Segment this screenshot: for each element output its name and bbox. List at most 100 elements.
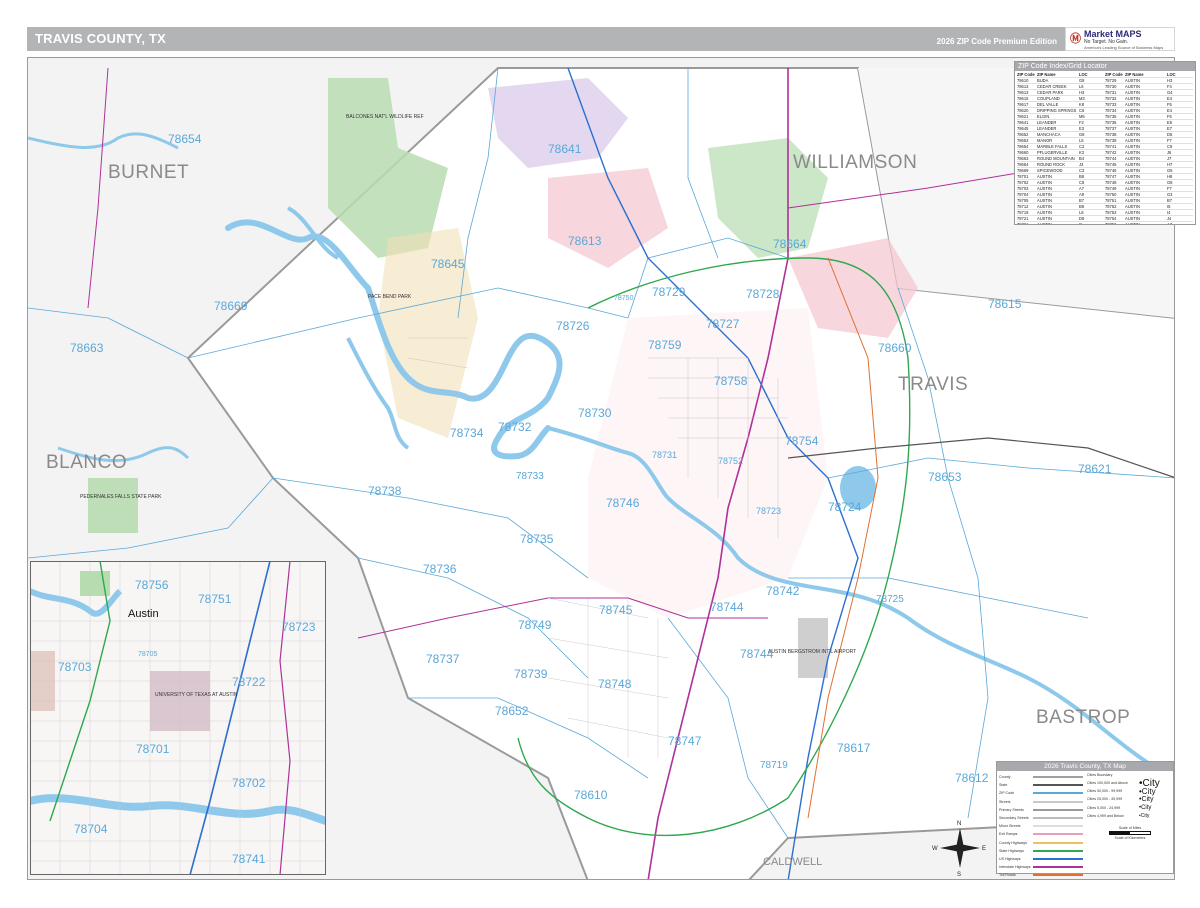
zip-index-body: ZIP Code ZIP Name LOC 78610 BUDA G8 78613 CEDAR… [1015,71,1195,224]
park-label-balcones: BALCONES NAT'L WILDLIFE REF [346,114,424,120]
zip-label: 78645 [431,257,465,271]
legend-row: Toll Roads [999,871,1087,879]
inset-zip-label: 78701 [136,742,170,756]
county-label-blanco: BLANCO [46,452,127,473]
pedernales-falls-park [88,478,138,533]
zip-label: 78734 [450,426,484,440]
zip-label: 78725 [876,594,904,605]
zip-index-column-right: ZIP Code ZIP Name LOC 78729 AUSTIN H3 78730 AUS… [1105,72,1193,224]
zip-label: 78612 [955,771,989,785]
legend-swatch [1033,841,1083,844]
edition-label: 2026 ZIP Code Premium Edition [936,37,1057,46]
legend-title: 2026 Travis County, TX Map [997,762,1173,771]
inset-city-label: Austin [128,608,159,620]
zip-label: 78664 [773,237,807,251]
county-label-burnet: BURNET [108,162,189,183]
legend-swatch [1033,784,1083,787]
legend-scale-km: Scale of Kilometers [1114,835,1146,840]
zip-label: 78660 [878,341,912,355]
county-label-caldwell: CALDWELL [763,856,822,868]
zip-label: 78654 [168,132,202,146]
zip-label: 78615 [988,297,1022,311]
zip-label: 78728 [746,287,780,301]
map-title: TRAVIS COUNTY, TX [35,31,167,46]
zip-label: 78727 [706,317,740,331]
legend-swatch [1033,825,1083,828]
zip-label: 78726 [556,319,590,333]
logo-m-icon: Ⓜ [1070,33,1081,45]
inset-university-label: UNIVERSITY OF TEXAS AT AUSTIN [155,692,238,698]
zip-index-row: 78721 AUSTIN I6 [1017,222,1105,224]
zip-label: 78731 [652,450,677,460]
zip-label: 78752 [718,456,743,466]
zip-label: 78739 [514,667,548,681]
zip-label: 78723 [756,506,781,516]
legend-swatch [1033,792,1083,795]
legend-swatch [1033,817,1083,820]
svg-text:S: S [957,872,961,878]
airport-label: AUSTIN BERGSTROM INT'L AIRPORT [768,649,856,655]
legend-swatch [1033,857,1083,860]
zip-label: 78617 [837,741,871,755]
zip-label: 78729 [652,285,686,299]
county-label-williamson: WILLIAMSON [793,152,917,173]
legend-row: Minor Streets [999,822,1087,830]
inset-zip-label: 78751 [198,592,232,606]
zip-label: 78750 [614,295,634,302]
zip-label: 78669 [214,299,248,313]
zip-label: 78744 [740,647,774,661]
zip-label: 78744 [710,600,744,614]
legend-row: Streets [999,798,1087,806]
legend-city-row: Cities 100,000 and Above •City [1087,777,1160,789]
legend-scale-miles: Scale of Miles [1118,825,1142,830]
county-label-bastrop: BASTROP [1036,707,1130,728]
zip-label: 78653 [928,470,962,484]
zip-label: 78735 [520,532,554,546]
inset-zip-label: 78722 [232,675,266,689]
svg-text:E: E [982,846,986,852]
zip-label: 78747 [668,734,702,748]
svg-text:W: W [932,846,938,852]
zip-label: 78754 [785,434,819,448]
inset-zip-label: 78723 [282,620,316,634]
legend-row: Primary Streets [999,806,1087,814]
zip-label: 78733 [516,471,544,482]
legend-scale-bar [1109,830,1151,835]
austin-inset-map[interactable]: Austin 78756 78751 78723 78703 78705 787… [30,561,326,875]
legend-swatch [1033,776,1083,779]
market-maps-logo: Ⓜ Market MAPS No Target. No Gain. Americ… [1065,27,1175,51]
logo-brand: Market MAPS [1084,29,1142,39]
legend-city-row: Cities 25,000 - 49,999 •City [1087,795,1154,803]
park-label-pace-bend: PACE BEND PARK [368,294,412,300]
legend-line-list: County State ZIP Code Streets Primary Street… [999,773,1087,879]
zip-label: 78641 [548,142,582,156]
zip-label: 78663 [70,341,104,355]
zip-label: 78724 [828,500,862,514]
zip-label: 78746 [606,496,640,510]
zip-label: 78749 [518,618,552,632]
svg-text:N: N [957,821,961,827]
zip-label: 78758 [714,374,748,388]
legend-city-list: Cities Boundary Cities 100,000 and Above… [1087,773,1173,840]
legend-swatch [1033,874,1083,877]
legend-row: County [999,773,1087,781]
zip-index-panel: ZIP Code Index/Grid Locator ZIP Code ZIP … [1014,61,1196,225]
inset-zip-label: 78703 [58,660,92,674]
legend-row: Interstate Highways [999,863,1087,871]
legend-swatch [1033,849,1083,852]
zip-label: 78737 [426,652,460,666]
legend-row: US Highways [999,855,1087,863]
legend-city-row: Cities 50,000 - 99,999 •City [1087,786,1156,796]
inset-zip-label: 78756 [135,578,169,592]
zip-label: 78652 [495,704,529,718]
legend-city-row: Cities 5,000 - 24,999 •City [1087,804,1152,811]
logo-subtitle: America's Leading Source of Business Map… [1084,45,1164,50]
legend-row: Secondary Streets [999,814,1087,822]
legend-city-row: Cities 4,999 and Below •City [1087,812,1150,819]
zip-index-column-left: ZIP Code ZIP Name LOC 78610 BUDA G8 78613 CEDAR… [1017,72,1105,224]
legend-row: State Highways [999,847,1087,855]
zip-label: 78759 [648,338,682,352]
legend-swatch [1033,833,1083,836]
zip-label: 78736 [423,562,457,576]
zip-label: 78742 [766,584,800,598]
